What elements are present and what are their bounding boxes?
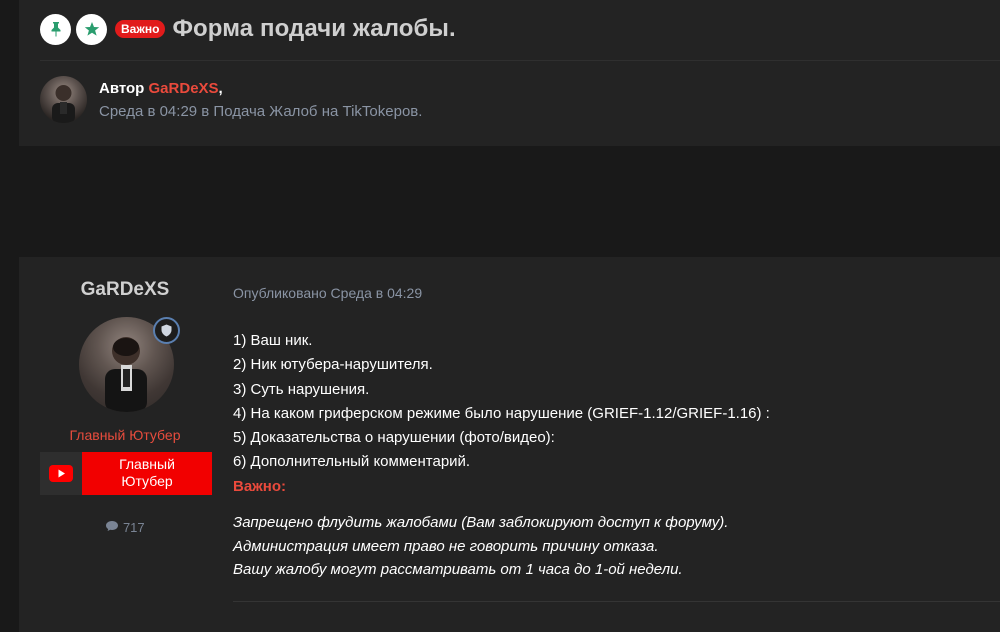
form-line: 6) Дополнительный комментарий. (233, 453, 471, 471)
form-line: 1) Ваш ник. (233, 332, 313, 349)
form-line: 3) Суть нарушения. (233, 380, 370, 398)
post-username[interactable]: GaRDeXS (19, 279, 231, 301)
youtube-icon (40, 452, 82, 495)
topic-header: Важно Форма подачи жалобы. Автор GaRDeXS… (19, 0, 1000, 146)
title-row: Важно Форма подачи жалобы. (40, 12, 456, 46)
form-line: 5) Доказательства о нарушении (фото/виде… (233, 429, 555, 447)
user-title: Главный Ютубер (69, 427, 181, 443)
shield-icon (153, 317, 180, 344)
post-count[interactable]: 717 (19, 519, 231, 535)
youtuber-badge: Главный Ютубер (40, 452, 212, 495)
comment-icon (105, 520, 123, 535)
badge-line-2: Ютубер (121, 473, 173, 489)
topic-meta: Среда в 04:29 в Подача Жалоб на TikTokер… (99, 103, 423, 120)
star-icon (76, 13, 107, 45)
page-title: Форма подачи жалобы. (172, 15, 456, 42)
author-avatar[interactable] (40, 76, 87, 123)
author-prefix: Автор (99, 80, 145, 97)
post-notes: Запрещено флудить жалобами (Вам заблокир… (233, 511, 728, 582)
author-line: Автор GaRDeXS, (99, 80, 223, 97)
pin-icon (40, 13, 71, 45)
author-name-link[interactable]: GaRDeXS (149, 80, 219, 97)
post-count-value: 717 (122, 520, 145, 536)
post-published[interactable]: Опубликовано Среда в 04:29 (233, 285, 422, 301)
post-card: GaRDeXS Главный Ютубер Главный Ютубер 71… (19, 257, 1000, 632)
form-line: 4) На каком гриферском режиме было наруш… (233, 404, 770, 422)
important-label: Важно: (233, 477, 287, 495)
important-badge: Важно (115, 20, 166, 38)
form-line: 2) Ник ютубера-нарушителя. (233, 356, 433, 374)
badge-line-1: Главный (119, 456, 175, 472)
header-divider (40, 60, 1000, 61)
post-body: 1) Ваш ник. 2) Ник ютубера-нарушителя. 3… (233, 329, 770, 499)
youtuber-badge-label: Главный Ютубер (82, 452, 212, 495)
note-line: Запрещено флудить жалобами (Вам заблокир… (233, 514, 729, 531)
post-divider (233, 601, 1000, 602)
note-line: Вашу жалобу могут рассматривать от 1 час… (233, 561, 683, 578)
author-suffix: , (218, 80, 223, 97)
note-line: Администрация имеет право не говорить пр… (233, 537, 659, 555)
